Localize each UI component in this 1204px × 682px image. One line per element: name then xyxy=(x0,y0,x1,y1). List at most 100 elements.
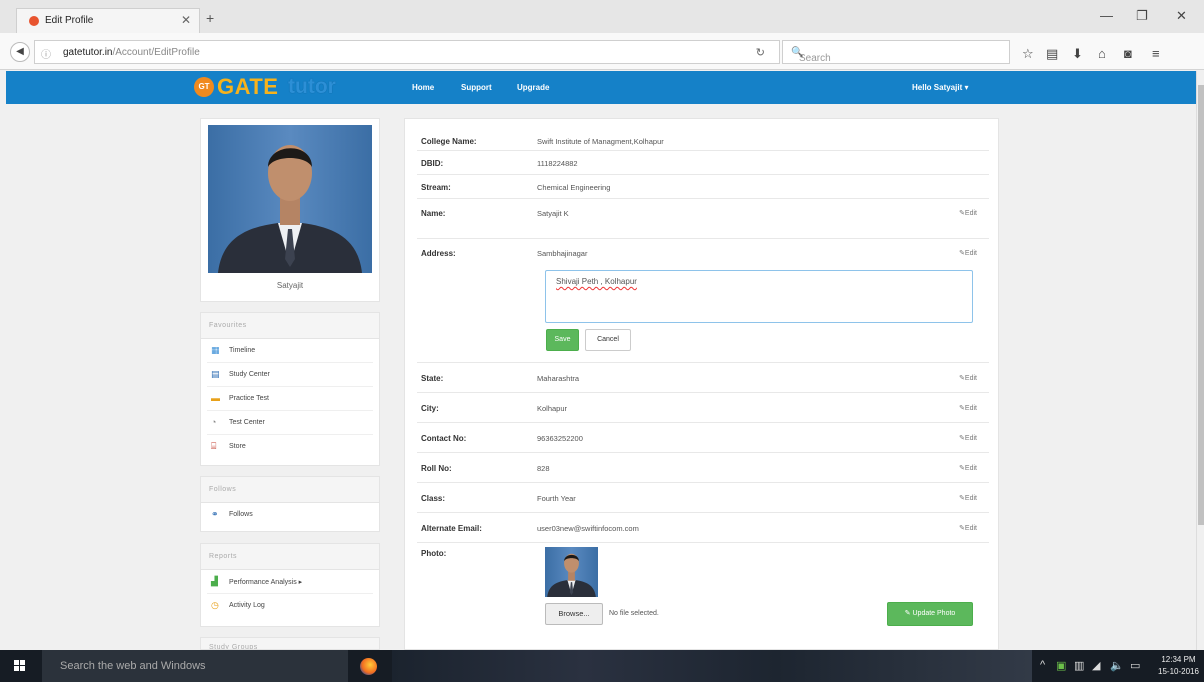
person-photo-icon xyxy=(218,145,362,273)
pocket-icon[interactable]: ◙ xyxy=(1124,46,1132,61)
favourites-heading: Favourites xyxy=(201,313,379,339)
study-groups-panel: Study Groups xyxy=(200,637,380,650)
volume-icon[interactable]: 🔈 xyxy=(1110,659,1124,672)
sidebar-item-performance-analysis[interactable]: ▟ Performance Analysis ▸ xyxy=(207,570,373,594)
reading-list-icon[interactable]: ▤ xyxy=(1046,46,1058,62)
home-icon[interactable]: ⌂ xyxy=(1098,46,1106,61)
current-photo-thumbnail xyxy=(545,547,598,597)
edit-roll-link[interactable]: ✎Edit xyxy=(959,464,977,472)
follows-heading: Follows xyxy=(201,477,379,503)
edit-address-link[interactable]: ✎Edit xyxy=(959,249,977,257)
edit-contact-link[interactable]: ✎Edit xyxy=(959,434,977,442)
follows-icon: ⚭ xyxy=(211,509,219,519)
file-status-text: No file selected. xyxy=(609,610,659,617)
bookmark-star-icon[interactable]: ☆ xyxy=(1022,46,1034,62)
sidebar-item-timeline[interactable]: ▦ Timeline xyxy=(207,339,373,363)
tray-chevron-icon[interactable]: ^ xyxy=(1040,659,1045,671)
row-stream: Stream: Chemical Engineering xyxy=(417,175,989,199)
taskbar-search-input[interactable]: Search the web and Windows xyxy=(42,650,348,682)
download-icon[interactable]: ⬇ xyxy=(1072,46,1083,62)
logo-tutor-text: tutor xyxy=(288,75,336,98)
profile-card: Satyajit xyxy=(200,118,380,302)
row-college: College Name: Swift Institute of Managme… xyxy=(417,129,989,151)
site-favicon-icon xyxy=(29,16,39,26)
store-icon: ⌸ xyxy=(211,441,217,451)
reload-icon[interactable]: ↻ xyxy=(756,46,765,59)
browser-search-input[interactable]: 🔍 Search xyxy=(782,40,1010,64)
taskbar-background xyxy=(392,650,1032,682)
new-tab-icon[interactable]: + xyxy=(206,10,214,26)
minimize-icon[interactable]: — xyxy=(1100,8,1113,23)
activity-log-icon: ◷ xyxy=(211,600,219,610)
nav-support[interactable]: Support xyxy=(461,83,492,92)
browser-tab-bar: Edit Profile ✕ + — ❐ ✕ xyxy=(0,0,1204,33)
menu-icon[interactable]: ≡ xyxy=(1152,46,1160,61)
favourites-panel: Favourites ▦ Timeline ▤ Study Center ▬ P… xyxy=(200,312,380,466)
close-tab-icon[interactable]: ✕ xyxy=(181,13,191,27)
study-groups-heading: Study Groups xyxy=(201,638,379,649)
row-email: Alternate Email: user03new@swiftinfocom.… xyxy=(417,513,989,543)
practice-test-icon: ▬ xyxy=(211,393,220,403)
row-contact: Contact No: 96363252200 ✎Edit xyxy=(417,423,989,453)
edit-name-link[interactable]: ✎Edit xyxy=(959,209,977,217)
update-photo-button[interactable]: ✎ Update Photo xyxy=(887,602,973,626)
row-dbid: DBID: 1118224882 xyxy=(417,151,989,175)
logo-gate-text: GATE xyxy=(217,74,279,99)
profile-name: Satyajit xyxy=(276,281,304,290)
taskbar-clock[interactable]: 12:34 PM 15-10-2016 xyxy=(1158,654,1199,678)
reports-panel: Reports ▟ Performance Analysis ▸ ◷ Activ… xyxy=(200,543,380,627)
reports-heading: Reports xyxy=(201,544,379,570)
search-placeholder: 🔍 Search xyxy=(791,47,831,64)
back-arrow-icon[interactable]: ◀ xyxy=(10,42,30,62)
follows-panel: Follows ⚭ Follows xyxy=(200,476,380,532)
sidebar-item-store[interactable]: ⌸ Store xyxy=(207,435,373,459)
save-button[interactable]: Save xyxy=(546,329,579,351)
windows-start-icon[interactable] xyxy=(14,660,26,672)
scrollbar-thumb[interactable] xyxy=(1198,85,1204,525)
cancel-button[interactable]: Cancel xyxy=(585,329,631,351)
row-city: City: Kolhapur ✎Edit xyxy=(417,393,989,423)
test-center-icon: ◔ xyxy=(211,417,217,427)
row-class: Class: Fourth Year ✎Edit xyxy=(417,483,989,513)
logo-badge: GT xyxy=(194,77,214,97)
person-photo-icon xyxy=(547,553,596,597)
browser-tab[interactable]: Edit Profile ✕ xyxy=(16,8,200,33)
sidebar-item-activity-log[interactable]: ◷ Activity Log xyxy=(207,594,373,618)
row-photo: Photo: xyxy=(421,549,447,558)
row-name: Name: Satyajit K ✎Edit xyxy=(417,199,989,239)
notifications-icon[interactable]: ▭ xyxy=(1130,659,1140,672)
edit-profile-panel: College Name: Swift Institute of Managme… xyxy=(404,118,999,650)
study-center-icon: ▤ xyxy=(211,369,220,379)
nav-home[interactable]: Home xyxy=(412,83,434,92)
edit-city-link[interactable]: ✎Edit xyxy=(959,404,977,412)
sidebar-item-study-center[interactable]: ▤ Study Center xyxy=(207,363,373,387)
url-text: gatetutor.in/Account/EditProfile xyxy=(63,47,200,58)
row-state: State: Maharashtra ✎Edit xyxy=(417,363,989,393)
row-roll: Roll No: 828 ✎Edit xyxy=(417,453,989,483)
edit-class-link[interactable]: ✎Edit xyxy=(959,494,977,502)
profile-photo xyxy=(208,125,372,273)
sidebar-item-test-center[interactable]: ◔ Test Center xyxy=(207,411,373,435)
sidebar-item-practice-test[interactable]: ▬ Practice Test xyxy=(207,387,373,411)
edit-email-link[interactable]: ✎Edit xyxy=(959,524,977,532)
page-scrollbar[interactable] xyxy=(1196,71,1204,650)
firefox-taskbar-icon[interactable] xyxy=(360,658,377,675)
browser-nav-bar: ◀ ⓘ gatetutor.in/Account/EditProfile ↻ 🔍… xyxy=(0,33,1204,70)
user-menu[interactable]: Hello Satyajit ▾ xyxy=(912,83,968,92)
windows-taskbar: Search the web and Windows ^ ▣ ▥ ◢ 🔈 ▭ 1… xyxy=(0,650,1204,682)
edit-state-link[interactable]: ✎Edit xyxy=(959,374,977,382)
tray-app-icon[interactable]: ▣ xyxy=(1056,659,1066,672)
browse-file-button[interactable]: Browse... xyxy=(545,603,603,625)
timeline-icon: ▦ xyxy=(211,345,220,355)
address-textarea[interactable]: Shivaji Peth , Kolhapur xyxy=(545,270,973,323)
restore-icon[interactable]: ❐ xyxy=(1136,8,1148,24)
sidebar-item-follows[interactable]: ⚭ Follows xyxy=(207,503,373,527)
nav-upgrade[interactable]: Upgrade xyxy=(517,83,549,92)
close-window-icon[interactable]: ✕ xyxy=(1176,8,1187,24)
wifi-icon[interactable]: ◢ xyxy=(1092,659,1100,672)
url-bar[interactable]: ⓘ gatetutor.in/Account/EditProfile ↻ xyxy=(34,40,780,64)
site-info-icon[interactable]: ⓘ xyxy=(41,46,51,61)
performance-analysis-icon: ▟ xyxy=(211,576,218,586)
network-icon[interactable]: ▥ xyxy=(1074,659,1084,672)
tab-title: Edit Profile xyxy=(45,15,94,26)
